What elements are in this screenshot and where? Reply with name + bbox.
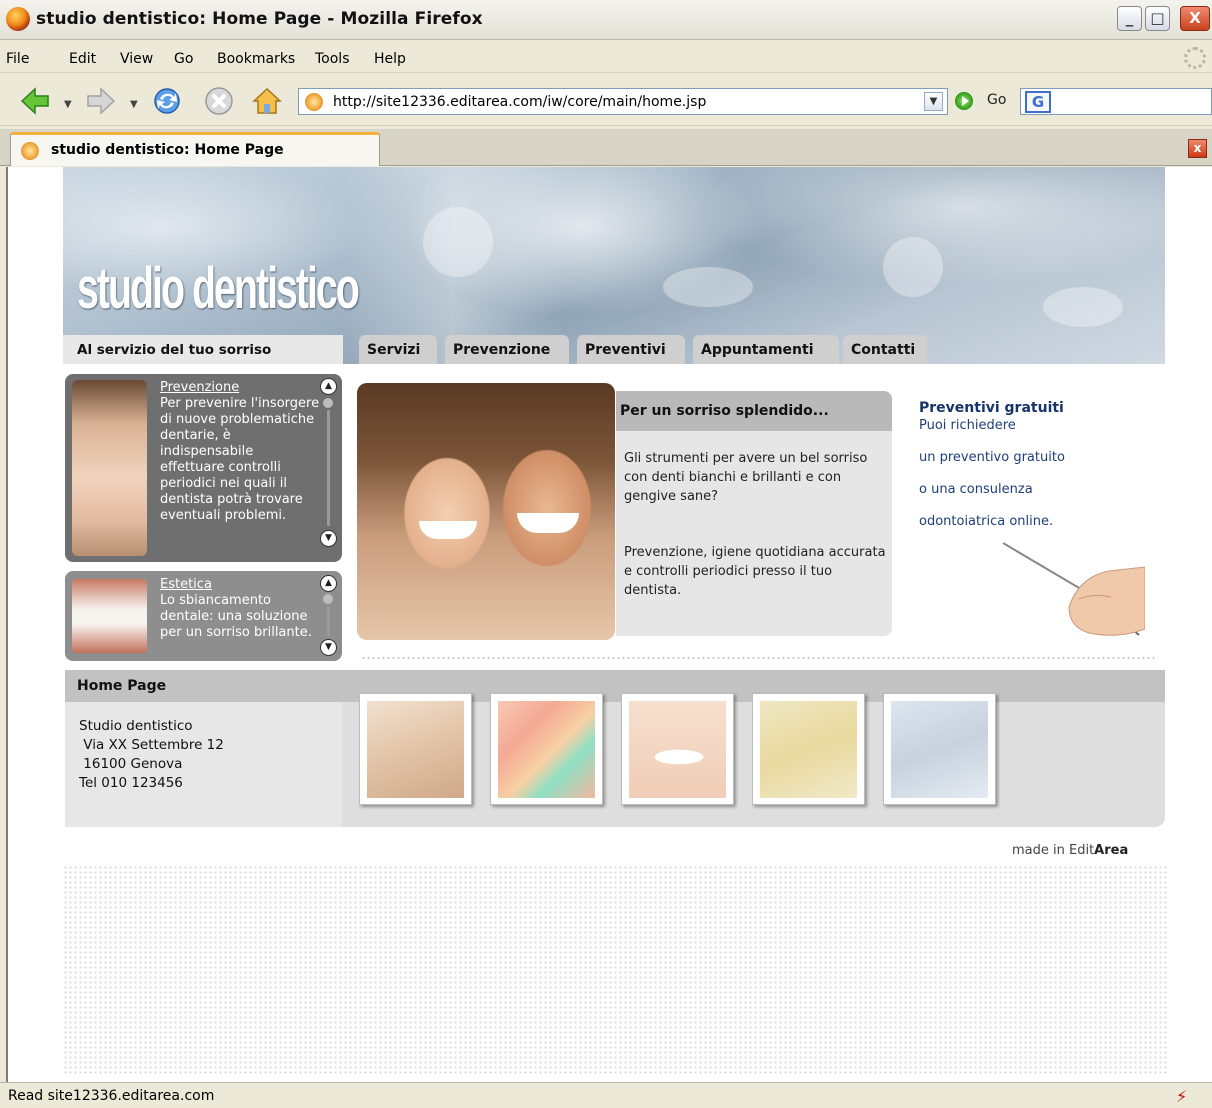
gallery-thumb-4[interactable] [752, 693, 865, 805]
go-button[interactable]: Go [955, 90, 1015, 114]
search-input[interactable]: G [1020, 88, 1212, 115]
dotted-background [63, 865, 1167, 1075]
home-page-title: Home Page [77, 678, 167, 694]
scroll-up-icon[interactable]: ▲ [320, 378, 337, 395]
contact-box: Home Page Studio dentistico Via XX Sette… [65, 670, 342, 827]
scroll-down-icon[interactable]: ▼ [320, 530, 337, 547]
scroll-up-icon[interactable]: ▲ [320, 575, 337, 592]
menu-tools[interactable]: Tools [315, 51, 350, 67]
address-block: Studio dentistico Via XX Settembre 12 16… [79, 718, 224, 791]
estetica-text: Lo sbiancamento dentale: una soluzione p… [160, 593, 312, 640]
prevenzione-box: Prevenzione Per prevenire l'insorgere di… [65, 374, 342, 562]
nav-servizi[interactable]: Servizi [359, 335, 437, 364]
tagline: Al servizio del tuo sorriso [77, 342, 272, 358]
gallery-thumb-5[interactable] [883, 693, 996, 805]
gallery-thumb-2[interactable] [490, 693, 603, 805]
throbber-icon [1184, 47, 1206, 69]
maximize-button[interactable]: □ [1145, 6, 1170, 31]
menu-view[interactable]: View [120, 51, 153, 67]
url-dropdown-icon[interactable]: ▼ [924, 92, 943, 111]
site-favicon-icon [305, 93, 323, 111]
gallery-thumb-3[interactable] [621, 693, 734, 805]
prevenzione-text: Per prevenire l'insorgere di nuove probl… [160, 396, 320, 523]
forward-arrow-icon[interactable] [84, 84, 118, 118]
feature-text-1: Gli strumenti per avere un bel sorriso c… [624, 451, 868, 504]
site-logo[interactable]: studio dentistico [77, 255, 360, 322]
title-bar: studio dentistico: Home Page - Mozilla F… [0, 0, 1212, 40]
back-dropdown-icon[interactable]: ▼ [64, 99, 72, 110]
home-icon[interactable] [250, 84, 284, 118]
go-arrow-icon [955, 92, 973, 110]
window-title: studio dentistico: Home Page - Mozilla F… [36, 9, 483, 29]
estetica-photo [72, 579, 147, 653]
menu-edit[interactable]: Edit [69, 51, 96, 67]
separator [361, 656, 1155, 660]
stop-icon[interactable] [202, 84, 236, 118]
tab-favicon-icon [21, 142, 39, 160]
reload-icon[interactable] [150, 84, 184, 118]
tab-bar: studio dentistico: Home Page [0, 129, 1212, 166]
tab-home-page[interactable]: studio dentistico: Home Page [10, 132, 380, 166]
promo-box: Preventivi gratuiti Puoi richiedere un p… [919, 400, 1149, 530]
website: studio dentistico Al servizio del tuo so… [63, 167, 1165, 858]
go-label: Go [987, 92, 1007, 108]
nav-prevenzione[interactable]: Prevenzione [445, 335, 569, 364]
connection-status-icon: ⚡ [1176, 1087, 1188, 1106]
nav-contatti[interactable]: Contatti [843, 335, 927, 364]
google-search-icon[interactable]: G [1025, 91, 1051, 113]
prevenzione-photo [72, 380, 147, 556]
feature-panel: Per un sorriso splendido... Gli strument… [616, 391, 892, 636]
estetica-link[interactable]: Estetica [160, 577, 320, 593]
url-text[interactable]: http://site12336.editarea.com/iw/core/ma… [333, 94, 706, 110]
gallery-thumb-1[interactable] [359, 693, 472, 805]
menu-file[interactable]: File [6, 51, 29, 67]
status-text: Read site12336.editarea.com [8, 1088, 215, 1104]
menu-help[interactable]: Help [374, 51, 406, 67]
nav-appuntamenti[interactable]: Appuntamenti [693, 335, 839, 364]
minimize-button[interactable]: _ [1117, 6, 1142, 31]
feature-title: Per un sorriso splendido... [620, 403, 829, 419]
back-arrow-icon[interactable] [18, 84, 52, 118]
address-bar[interactable]: http://site12336.editarea.com/iw/core/ma… [298, 88, 948, 115]
tab-label: studio dentistico: Home Page [51, 142, 284, 158]
tab-close-button[interactable]: x [1188, 139, 1207, 158]
dental-tool-hand-image [1002, 542, 1145, 636]
status-bar: Read site12336.editarea.com ⚡ [0, 1082, 1212, 1108]
scroll-thumb[interactable] [323, 594, 333, 604]
scroll-thumb[interactable] [323, 398, 333, 408]
menu-bar: File Edit View Go Bookmarks Tools Help [0, 43, 1212, 73]
smiling-couple-photo [357, 383, 615, 640]
close-button[interactable]: X [1180, 6, 1210, 31]
menu-bookmarks[interactable]: Bookmarks [217, 51, 295, 67]
scroll-down-icon[interactable]: ▼ [320, 639, 337, 656]
prevenzione-link[interactable]: Prevenzione [160, 380, 320, 396]
forward-dropdown-icon[interactable]: ▼ [130, 99, 138, 110]
made-in-editarea[interactable]: made in EditArea [1012, 843, 1128, 858]
firefox-icon [6, 7, 30, 31]
promo-title[interactable]: Preventivi gratuiti [919, 400, 1149, 416]
menu-go[interactable]: Go [174, 51, 193, 67]
estetica-box: Estetica Lo sbiancamento dentale: una so… [65, 571, 342, 661]
nav-preventivi[interactable]: Preventivi [577, 335, 685, 364]
feature-text-2: Prevenzione, igiene quotidiana accurata … [624, 545, 886, 598]
